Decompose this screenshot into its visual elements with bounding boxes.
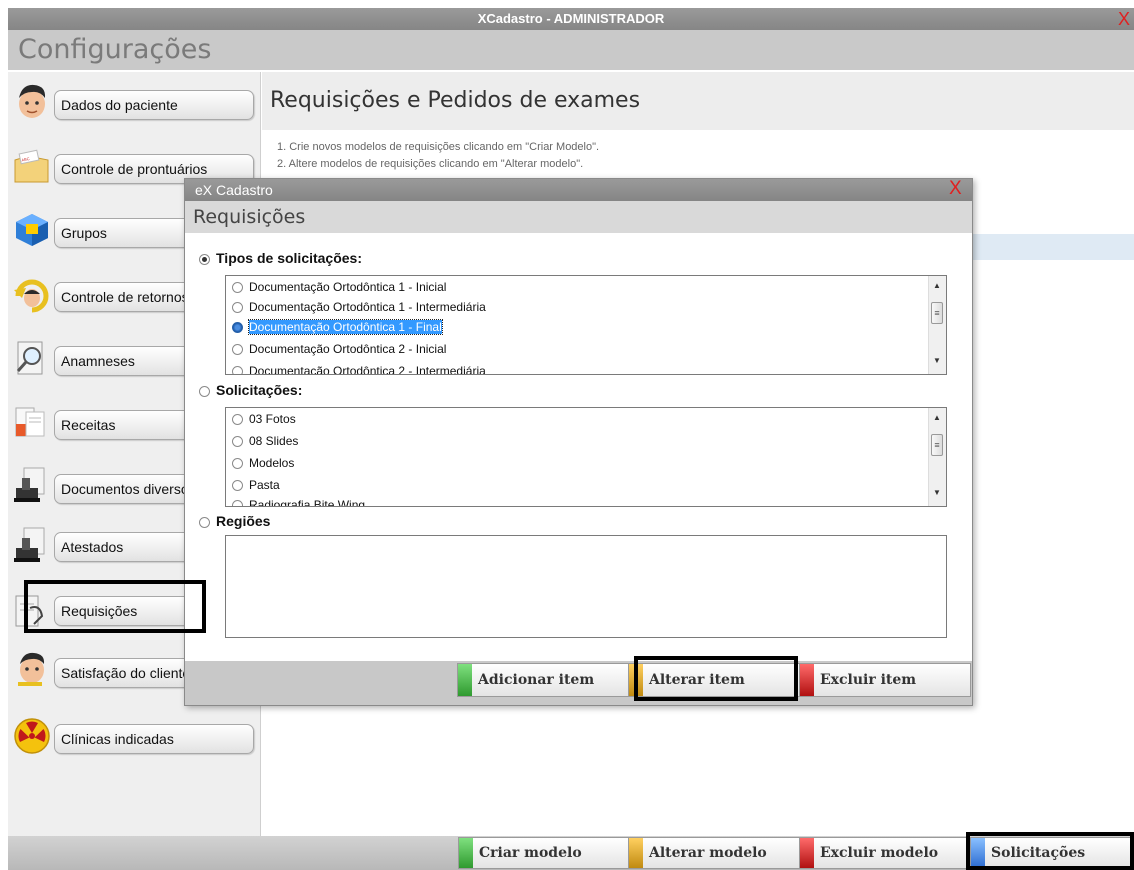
page-title: Requisições e Pedidos de exames (270, 88, 641, 113)
window-title: XCadastro - ADMINISTRADOR (477, 11, 665, 26)
list-item[interactable]: Modelos (232, 454, 294, 472)
list-item-selected[interactable]: Documentação Ortodôntica 1 - Final (232, 318, 443, 336)
scrollbar[interactable]: ▲ ≡ ▼ (928, 408, 946, 506)
return-arrow-icon (14, 279, 49, 313)
radio-icon (199, 516, 210, 528)
list-item[interactable]: Documentação Ortodôntica 1 - Intermediár… (232, 298, 486, 316)
list-item-label: Documentação Ortodôntica 2 - Intermediár… (249, 364, 486, 375)
scroll-thumb[interactable]: ≡ (931, 434, 943, 456)
highlight-box-solicitacoes (966, 832, 1134, 870)
list-item-label: Documentação Ortodôntica 1 - Final (248, 319, 443, 335)
list-item[interactable]: Documentação Ortodôntica 2 - Inicial (232, 340, 446, 358)
radio-icon (232, 480, 243, 492)
alterar-modelo-button[interactable]: Alterar modelo (628, 837, 800, 869)
scroll-down-icon[interactable]: ▼ (933, 356, 941, 365)
excluir-item-button[interactable]: Excluir item (799, 663, 971, 697)
button-label: Adicionar item (478, 672, 595, 688)
dialog-footer: Adicionar item Alterar item Excluir item (185, 661, 972, 705)
close-window-icon[interactable]: X (1118, 8, 1130, 30)
excluir-modelo-button[interactable]: Excluir modelo (799, 837, 971, 869)
radio-icon (232, 344, 243, 356)
button-color-stripe (800, 838, 814, 868)
doctor-avatar-icon (19, 84, 46, 118)
button-label: Excluir modelo (820, 845, 939, 861)
radio-selected-icon (232, 322, 243, 334)
requisicoes-dialog: eX Cadastro X Requisições Tipos de solic… (184, 178, 973, 706)
list-item[interactable]: Radiografia Bite Wing (232, 496, 366, 507)
button-color-stripe (458, 664, 472, 696)
radio-icon (232, 436, 243, 448)
list-item-label: 03 Fotos (249, 412, 296, 426)
radiation-icon (14, 718, 50, 754)
list-item-label: Modelos (249, 456, 295, 470)
radio-icon (232, 282, 243, 294)
solicitacoes-radio[interactable]: Solicitações: (199, 382, 302, 398)
list-item[interactable]: Documentação Ortodôntica 1 - Inicial (232, 278, 446, 296)
tipos-label: Tipos de solicitações: (216, 250, 363, 266)
list-item-label: Documentação Ortodôntica 2 - Inicial (249, 342, 447, 356)
close-dialog-icon[interactable]: X (949, 178, 962, 200)
list-item[interactable]: 03 Fotos (232, 410, 296, 428)
radio-icon (199, 385, 210, 397)
sidebar-item-label: Clínicas indicadas (54, 724, 254, 754)
button-color-stripe (800, 664, 814, 696)
tipos-radio[interactable]: Tipos de solicitações: (199, 250, 362, 266)
folder-icon: ABC (14, 149, 49, 183)
radio-icon (232, 414, 243, 426)
scrollbar[interactable]: ▲ ≡ ▼ (928, 276, 946, 374)
button-label: Excluir item (820, 672, 917, 688)
button-label: Alterar modelo (649, 845, 767, 861)
button-label: Criar modelo (479, 845, 582, 861)
radio-icon (232, 500, 243, 506)
list-item[interactable]: Pasta (232, 476, 280, 494)
radio-icon (232, 302, 243, 314)
stamp-icon (14, 467, 45, 502)
list-item[interactable]: 08 Slides (232, 432, 298, 450)
list-item[interactable]: Documentação Ortodôntica 2 - Intermediár… (232, 362, 486, 375)
adicionar-item-button[interactable]: Adicionar item (457, 663, 629, 697)
button-color-stripe (459, 838, 473, 868)
criar-modelo-button[interactable]: Criar modelo (458, 837, 630, 869)
scroll-down-icon[interactable]: ▼ (933, 488, 941, 497)
list-item-label: Radiografia Bite Wing (249, 498, 366, 507)
scroll-thumb[interactable]: ≡ (931, 302, 943, 324)
list-item-label: Documentação Ortodôntica 1 - Inicial (249, 280, 447, 294)
regioes-listbox[interactable] (225, 535, 947, 638)
config-title: Configurações (18, 34, 212, 65)
scroll-up-icon[interactable]: ▲ (933, 281, 941, 290)
dialog-subtitle: Requisições (185, 201, 972, 233)
list-item-label: 08 Slides (249, 434, 299, 448)
radio-icon (232, 366, 243, 374)
doctor-avatar-icon (18, 652, 45, 686)
radio-icon (199, 253, 210, 265)
regioes-radio[interactable]: Regiões (199, 513, 270, 529)
list-item-label: Pasta (249, 478, 280, 492)
solicitacoes-listbox[interactable]: 03 Fotos 08 Slides Modelos Pasta Radiogr… (225, 407, 947, 507)
stamp-icon (14, 527, 45, 562)
magnifier-icon (16, 341, 43, 375)
instruction-2: 2. Altere modelos de requisições clicand… (277, 158, 584, 170)
list-item-label: Documentação Ortodôntica 1 - Intermediár… (249, 300, 486, 314)
cube-icon (16, 214, 48, 246)
solicitacoes-label: Solicitações: (216, 382, 303, 398)
highlight-box-requisicoes (24, 580, 206, 633)
sidebar-item-label: Dados do paciente (54, 90, 254, 120)
tipos-listbox[interactable]: Documentação Ortodôntica 1 - Inicial Doc… (225, 275, 947, 375)
radio-icon (232, 458, 243, 470)
dialog-title: eX Cadastro (195, 182, 273, 198)
scroll-up-icon[interactable]: ▲ (933, 413, 941, 422)
prescription-icon (15, 407, 45, 437)
instruction-1: 1. Crie novos modelos de requisições cli… (277, 141, 600, 153)
dialog-title-bar: eX Cadastro (185, 179, 972, 201)
highlight-box-alterar-item (634, 656, 798, 701)
regioes-label: Regiões (216, 513, 271, 529)
button-color-stripe (629, 838, 643, 868)
